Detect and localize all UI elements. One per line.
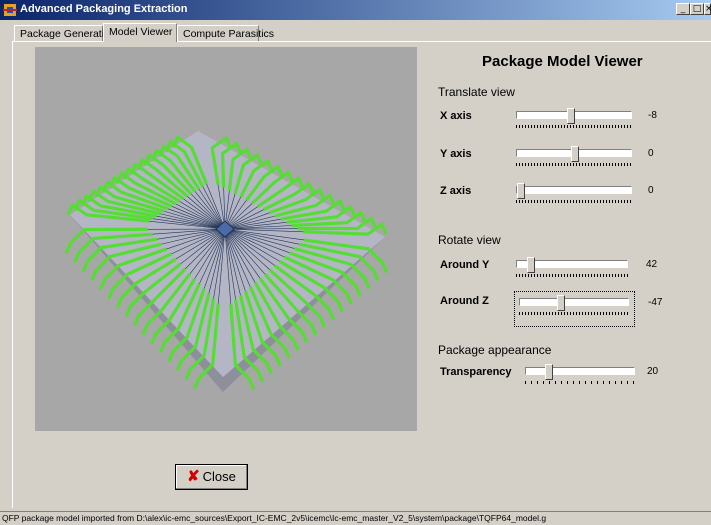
slider-thumb[interactable] [527,257,535,273]
minimize-button[interactable]: _ [676,3,690,15]
around-y-slider[interactable] [516,257,628,283]
package-model-render [64,131,389,392]
status-bar: QFP package model imported from D:\alex\… [0,511,711,525]
slider-ticks [516,125,632,128]
tab-model-viewer[interactable]: Model Viewer [103,23,177,42]
tab-package-generation[interactable]: Package Generation [14,25,116,41]
translate-section-title: Translate view [438,85,515,99]
slider-thumb[interactable] [571,146,579,162]
transparency-label: Transparency [440,366,512,378]
around-y-label: Around Y [440,259,490,271]
slider-thumb[interactable] [545,364,553,380]
slider-track [519,298,629,306]
transparency-slider[interactable] [525,364,635,390]
around-z-value: -47 [648,297,663,308]
close-icon: ✘ [187,468,200,485]
slider-track [525,367,635,375]
slider-thumb[interactable] [557,295,565,311]
z-axis-slider[interactable] [516,183,632,209]
title-bar: Advanced Packaging Extraction _ □ × [0,0,711,20]
around-z-slider[interactable] [519,295,629,321]
x-axis-slider[interactable] [516,108,632,134]
slider-ticks [519,312,629,315]
slider-thumb[interactable] [567,108,575,124]
rotate-section-title: Rotate view [438,233,501,247]
x-axis-value: -8 [648,110,657,121]
maximize-button[interactable]: □ [690,3,704,15]
slider-ticks [525,381,635,384]
slider-track [516,186,632,194]
slider-ticks [516,274,628,277]
appearance-section-title: Package appearance [438,343,552,357]
around-y-value: 42 [646,259,658,270]
model-viewport[interactable] [35,47,417,431]
slider-ticks [516,200,632,203]
y-axis-label: Y axis [440,148,472,160]
x-axis-label: X axis [440,110,472,122]
z-axis-value: 0 [648,185,654,196]
close-window-button[interactable]: × [704,3,711,15]
tab-compute-parasitics[interactable]: Compute Parasitics [177,25,274,41]
y-axis-slider[interactable] [516,146,632,172]
window-title: Advanced Packaging Extraction [20,3,188,15]
z-axis-label: Z axis [440,185,472,197]
app-icon [3,4,17,16]
close-button-label: Close [202,469,236,484]
viewer-heading: Package Model Viewer [482,53,643,70]
slider-ticks [516,163,632,166]
y-axis-value: 0 [648,148,654,159]
transparency-value: 20 [647,366,659,377]
around-z-label: Around Z [440,295,489,307]
slider-thumb[interactable] [517,183,525,199]
close-button[interactable]: ✘ Close [175,464,248,490]
